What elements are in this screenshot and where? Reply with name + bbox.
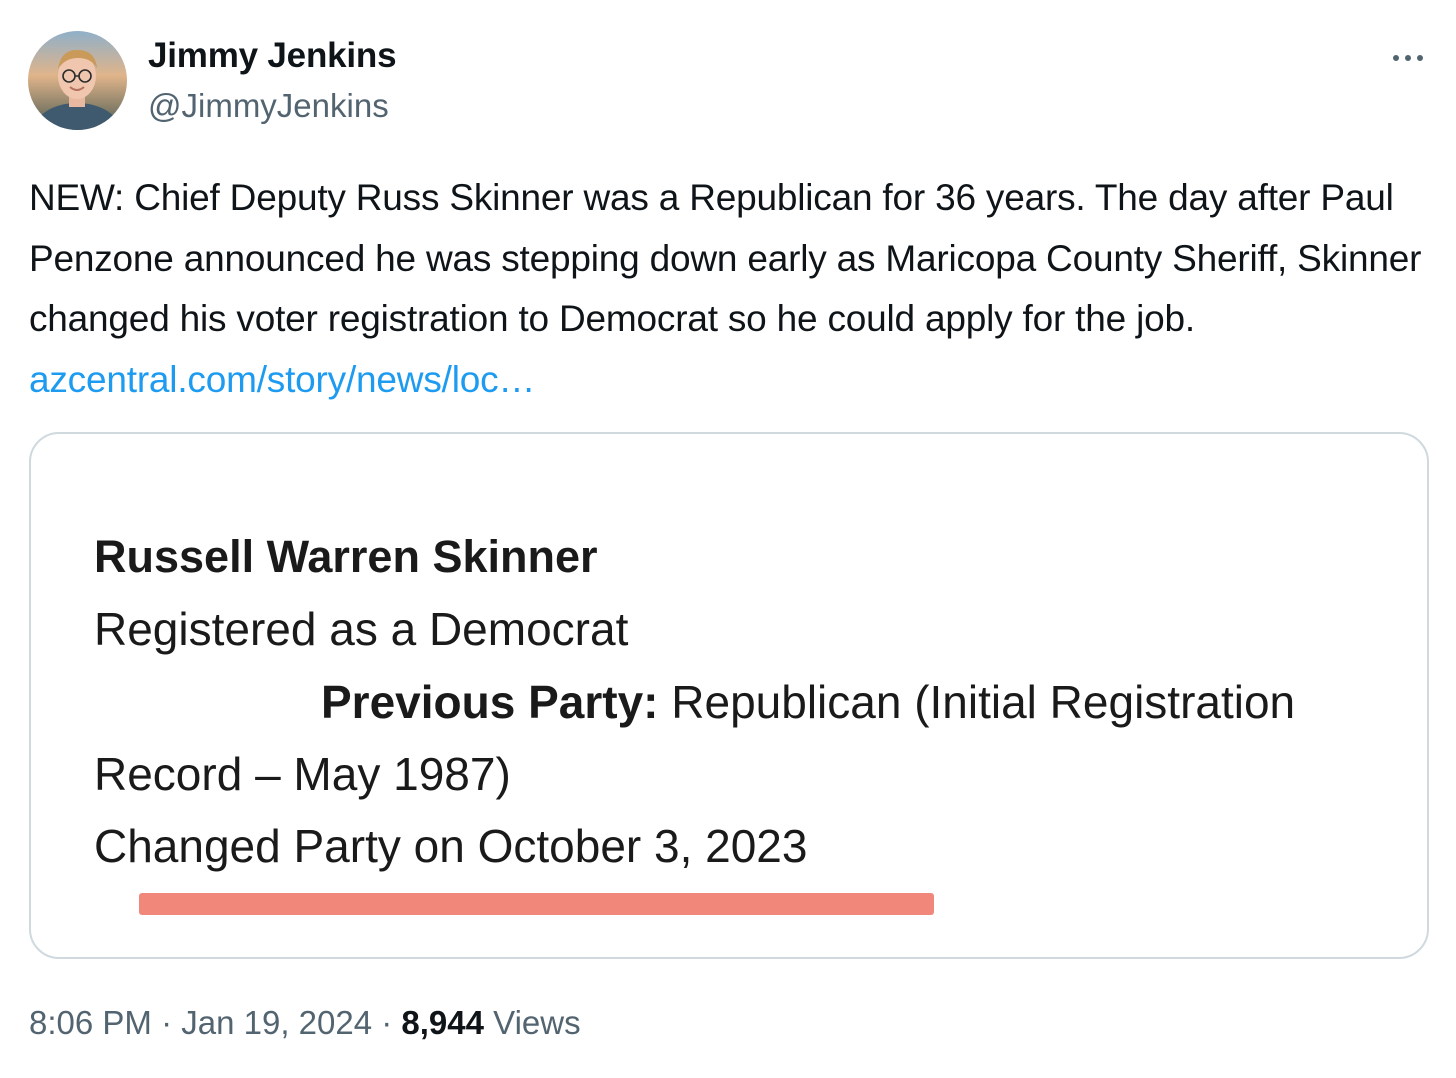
more-horizontal-icon-dot: [1405, 55, 1411, 61]
tweet-time[interactable]: 8:06 PM: [29, 1004, 152, 1041]
tweet-meta: 8:06 PM · Jan 19, 2024 · 8,944 Views: [29, 1004, 581, 1042]
author-avatar[interactable]: [28, 31, 127, 130]
tweet-body: NEW: Chief Deputy Russ Skinner was a Rep…: [29, 177, 1422, 339]
author-handle[interactable]: @JimmyJenkins: [148, 87, 389, 125]
tweet-image[interactable]: Russell Warren Skinner Registered as a D…: [29, 432, 1429, 959]
record-name: Russell Warren Skinner: [94, 531, 598, 582]
previous-party-label: Previous Party:: [321, 676, 659, 728]
more-options-button[interactable]: [1378, 38, 1438, 78]
highlight-underline: [139, 893, 934, 915]
avatar-photo-icon: [28, 31, 127, 130]
record-registration: Registered as a Democrat: [94, 603, 629, 655]
more-horizontal-icon: [1393, 55, 1399, 61]
views-count: 8,944: [401, 1004, 484, 1041]
record-previous-party: Previous Party: Republican (Initial Regi…: [321, 675, 1295, 729]
tweet-date[interactable]: Jan 19, 2024: [181, 1004, 372, 1041]
meta-separator: ·: [151, 1004, 182, 1041]
views-label: Views: [484, 1004, 581, 1041]
record-initial-date: Record – May 1987): [94, 748, 511, 800]
voter-record-image: Russell Warren Skinner Registered as a D…: [31, 434, 1427, 957]
author-name[interactable]: Jimmy Jenkins: [148, 36, 397, 76]
more-horizontal-icon-dot: [1417, 55, 1423, 61]
tweet-text: NEW: Chief Deputy Russ Skinner was a Rep…: [29, 168, 1434, 410]
tweet: Jimmy Jenkins @JimmyJenkins NEW: Chief D…: [0, 0, 1456, 1078]
article-link[interactable]: azcentral.com/story/news/loc…: [29, 359, 535, 400]
record-changed-date: Changed Party on October 3, 2023: [94, 820, 808, 872]
previous-party-value: Republican (Initial Registration: [658, 676, 1296, 728]
meta-separator-2: ·: [372, 1004, 402, 1041]
